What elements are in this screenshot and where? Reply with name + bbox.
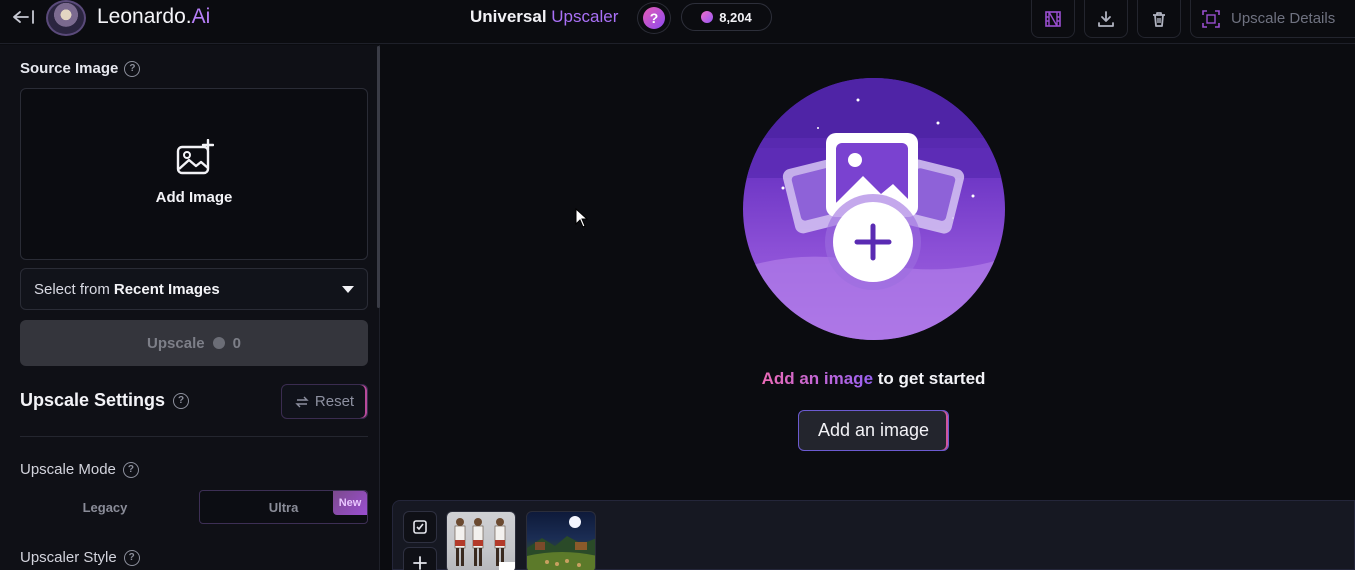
mode-ultra-label: Ultra [268, 499, 299, 515]
film-icon [1045, 10, 1061, 27]
trash-icon [1153, 11, 1165, 27]
info-icon[interactable]: ? [124, 60, 141, 77]
upscale-label: Upscale [147, 334, 205, 352]
add-image-button[interactable]: Add an image [798, 410, 949, 451]
plus-icon [413, 556, 427, 570]
select-bold: Recent Images [113, 280, 220, 298]
swap-icon [295, 396, 309, 407]
sidebar-scrollbar[interactable] [377, 46, 380, 308]
caret-down-icon [342, 285, 354, 293]
upscale-cost: 0 [232, 334, 241, 352]
cta-rest: to get started [873, 369, 986, 388]
mouse-cursor-icon [575, 208, 589, 228]
select-all-button[interactable] [403, 511, 437, 543]
empty-state-message: Add an image to get started [381, 369, 1355, 389]
add-image-label: Add Image [155, 189, 233, 206]
token-count: 8,204 [719, 9, 752, 25]
question-icon: ? [643, 7, 665, 29]
upscale-settings-heading: Upscale Settings ? [20, 390, 190, 411]
upscale-mode-heading: Upscale Mode ? [20, 461, 139, 478]
select-prefix: Select from [34, 280, 110, 298]
empty-state-illustration [743, 78, 1005, 340]
mode-legacy-option[interactable]: Legacy [20, 490, 190, 524]
avatar[interactable] [46, 0, 86, 36]
app-root: Leonardo.Ai Universal Upscaler ? 8,204 U… [0, 0, 1355, 570]
top-header: Leonardo.Ai Universal Upscaler ? 8,204 U… [0, 0, 1355, 44]
info-icon[interactable]: ? [122, 461, 139, 478]
recent-images-select[interactable]: Select from Recent Images [20, 268, 368, 310]
checkbox-icon [413, 520, 427, 534]
scan-icon [1202, 9, 1220, 28]
mode-ultra-option[interactable]: Ultra New [199, 490, 368, 524]
token-balance[interactable]: 8,204 [681, 3, 772, 31]
cta-highlight[interactable]: Add an image [762, 369, 873, 388]
add-image-icon [176, 139, 214, 175]
thumbnail-warriors[interactable] [446, 511, 516, 570]
upscale-details-button[interactable]: Upscale Details [1190, 0, 1355, 38]
gallery-illustration-icon [743, 78, 1005, 340]
token-coin-icon [701, 11, 714, 23]
token-coin-icon [212, 337, 225, 349]
back-arrow-icon[interactable] [10, 6, 38, 28]
upscale-details-label: Upscale Details [1231, 10, 1336, 27]
download-button[interactable] [1084, 0, 1128, 38]
thumbnail-night-village[interactable] [526, 511, 596, 570]
source-image-heading: Source Image ? [20, 60, 141, 77]
download-icon [1098, 10, 1114, 27]
info-icon[interactable]: ? [123, 549, 140, 566]
page-title: Universal Upscaler [470, 7, 619, 26]
delete-button[interactable] [1137, 0, 1181, 38]
add-to-strip-button[interactable] [403, 547, 437, 570]
reset-label: Reset [314, 393, 355, 410]
upscaler-style-heading: Upscaler Style ? [20, 549, 140, 566]
upscale-button[interactable]: Upscale 0 [20, 320, 368, 366]
info-icon[interactable]: ? [173, 392, 190, 409]
help-button[interactable]: ? [637, 2, 671, 34]
recent-images-strip [392, 500, 1355, 570]
brand-logo-text[interactable]: Leonardo.Ai [97, 5, 210, 29]
reset-button[interactable]: Reset [281, 384, 368, 419]
film-button[interactable] [1031, 0, 1075, 38]
divider [20, 436, 368, 437]
image-dropzone[interactable]: Add Image [20, 88, 368, 260]
new-badge: New [333, 491, 367, 515]
